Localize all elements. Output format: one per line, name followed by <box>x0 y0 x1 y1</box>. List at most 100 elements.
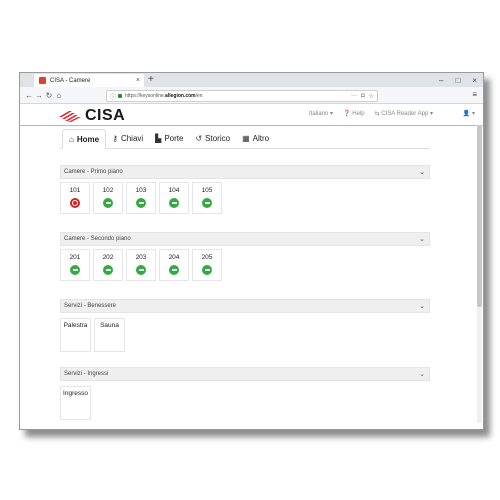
close-tab-icon[interactable]: × <box>136 77 140 84</box>
lock-icon <box>118 94 123 98</box>
browser-window: CISA - Camere × + – □ × ← → ↻ ⌂ ⓘ https:… <box>19 72 484 430</box>
header-menu: Italiano ▾ ❓ Help ⇆ CISA Reader App ▾ <box>309 110 433 117</box>
home-nav-icon[interactable]: ⌂ <box>54 91 64 100</box>
cisa-logo[interactable]: CISA <box>57 107 125 125</box>
ok-status-icon <box>136 198 146 208</box>
user-icon: 👤 <box>462 111 471 117</box>
service-card[interactable]: Ingresso <box>60 386 91 420</box>
room-card[interactable]: 201 <box>60 249 90 281</box>
close-window-icon[interactable]: × <box>472 76 477 85</box>
forward-icon[interactable]: → <box>34 91 44 100</box>
room-card[interactable]: 204 <box>159 249 189 281</box>
page-actions-icon[interactable]: ··· <box>351 93 357 100</box>
service-name: Ingresso <box>63 390 88 397</box>
cisa-favicon-icon <box>39 77 46 84</box>
tab-storico[interactable]: ↺ Storico <box>189 128 236 148</box>
room-number: 203 <box>135 254 147 261</box>
room-number: 205 <box>201 254 213 261</box>
section-header-ingressi[interactable]: Servizi - Ingressi ⌄ <box>60 367 430 381</box>
section-header-primo-piano[interactable]: Camere - Primo piano ⌄ <box>60 165 430 179</box>
room-number: 204 <box>168 254 180 261</box>
new-tab-button[interactable]: + <box>148 73 154 87</box>
room-number: 103 <box>135 187 147 194</box>
tab-label: Home <box>76 134 100 144</box>
room-number: 105 <box>201 187 213 194</box>
ok-status-icon <box>70 265 80 275</box>
ok-status-icon <box>103 265 113 275</box>
tab-porte[interactable]: ▙ Porte <box>149 128 189 148</box>
app-tabs: ⌂ Home ⚷ Chiavi ▙ Porte ↺ Storico ▦ Altr… <box>60 128 430 149</box>
browser-navbar: ← → ↻ ⌂ ⓘ https://keysonline.allegion.co… <box>20 87 483 104</box>
back-icon[interactable]: ← <box>24 91 34 100</box>
rooms-primo-piano: 101 102 103 104 105 <box>60 182 222 214</box>
url-bar[interactable]: ⓘ https://keysonline.allegion.com/en ···… <box>106 90 378 102</box>
user-menu[interactable]: 👤 ▾ <box>463 110 475 117</box>
services-ingressi: Ingresso <box>60 386 91 420</box>
window-controls: – □ × <box>439 73 477 87</box>
tab-home[interactable]: ⌂ Home <box>62 129 107 149</box>
rooms-secondo-piano: 201 202 203 204 205 <box>60 249 222 281</box>
door-icon: ▙ <box>155 133 162 143</box>
minimize-icon[interactable]: – <box>439 76 443 85</box>
browser-tabbar: CISA - Camere × + – □ × <box>20 73 483 87</box>
tab-label: Altro <box>252 133 270 143</box>
tab-label: Storico <box>205 133 231 143</box>
ok-status-icon <box>169 265 179 275</box>
bookmark-star-icon[interactable]: ☆ <box>369 93 374 100</box>
link-icon: ⇆ <box>374 111 380 117</box>
help-icon: ❓ <box>343 111 351 117</box>
room-number: 202 <box>102 254 114 261</box>
pocket-icon[interactable]: ◘ <box>361 93 365 100</box>
room-card[interactable]: 104 <box>159 182 189 214</box>
section-header-benessere[interactable]: Servizi - Benessere ⌄ <box>60 299 430 313</box>
section-title: Servizi - Benessere <box>64 303 117 309</box>
service-card[interactable]: Palestra <box>60 318 91 352</box>
alarm-status-icon <box>70 198 80 208</box>
brand-name: CISA <box>85 107 126 124</box>
language-dropdown[interactable]: Italiano ▾ <box>309 110 333 117</box>
room-number: 102 <box>102 187 114 194</box>
room-card[interactable]: 105 <box>192 182 222 214</box>
ok-status-icon <box>169 198 179 208</box>
reader-app-dropdown[interactable]: ⇆ CISA Reader App ▾ <box>375 110 433 117</box>
tab-chiavi[interactable]: ⚷ Chiavi <box>106 128 149 148</box>
url-actions: ··· ◘ ☆ <box>351 93 374 100</box>
scrollbar-thumb[interactable] <box>477 125 482 307</box>
chevron-down-icon[interactable]: ⌄ <box>419 235 425 243</box>
section-header-secondo-piano[interactable]: Camere - Secondo piano ⌄ <box>60 232 430 246</box>
info-icon[interactable]: ⓘ <box>110 92 116 101</box>
room-card[interactable]: 102 <box>93 182 123 214</box>
maximize-icon[interactable]: □ <box>455 76 460 85</box>
section-title: Camere - Primo piano <box>64 169 123 175</box>
key-icon: ⚷ <box>112 133 118 143</box>
main-content: ⌂ Home ⚷ Chiavi ▙ Porte ↺ Storico ▦ Altr… <box>60 128 430 420</box>
home-icon: ⌂ <box>69 134 74 144</box>
history-icon: ↺ <box>195 133 203 143</box>
ok-status-icon <box>202 265 212 275</box>
url-text[interactable]: https://keysonline.allegion.com/en <box>125 93 351 99</box>
tab-label: Chiavi <box>120 133 144 143</box>
help-link[interactable]: ❓ Help <box>343 110 365 117</box>
room-card[interactable]: 103 <box>126 182 156 214</box>
ok-status-icon <box>136 265 146 275</box>
service-name: Sauna <box>100 322 119 329</box>
chevron-down-icon[interactable]: ⌄ <box>419 302 425 310</box>
tab-altro[interactable]: ▦ Altro <box>236 128 275 148</box>
reload-icon[interactable]: ↻ <box>44 91 54 100</box>
room-card[interactable]: 202 <box>93 249 123 281</box>
services-benessere: Palestra Sauna <box>60 318 125 352</box>
room-card[interactable]: 205 <box>192 249 222 281</box>
ok-status-icon <box>103 198 113 208</box>
room-card[interactable]: 101 <box>60 182 90 214</box>
browser-tab[interactable]: CISA - Camere × <box>34 74 144 87</box>
chevron-down-icon[interactable]: ⌄ <box>419 168 425 176</box>
browser-menu-icon[interactable]: ≡ <box>472 90 477 99</box>
service-card[interactable]: Sauna <box>94 318 125 352</box>
app-header: CISA Italiano ▾ ❓ Help ⇆ CISA Reader App… <box>20 104 483 126</box>
service-name: Palestra <box>63 322 88 329</box>
cisa-logo-mark-icon <box>59 111 81 122</box>
page-scrollbar[interactable] <box>477 125 482 423</box>
tab-label: Porte <box>164 133 184 143</box>
chevron-down-icon[interactable]: ⌄ <box>419 370 425 378</box>
room-card[interactable]: 203 <box>126 249 156 281</box>
